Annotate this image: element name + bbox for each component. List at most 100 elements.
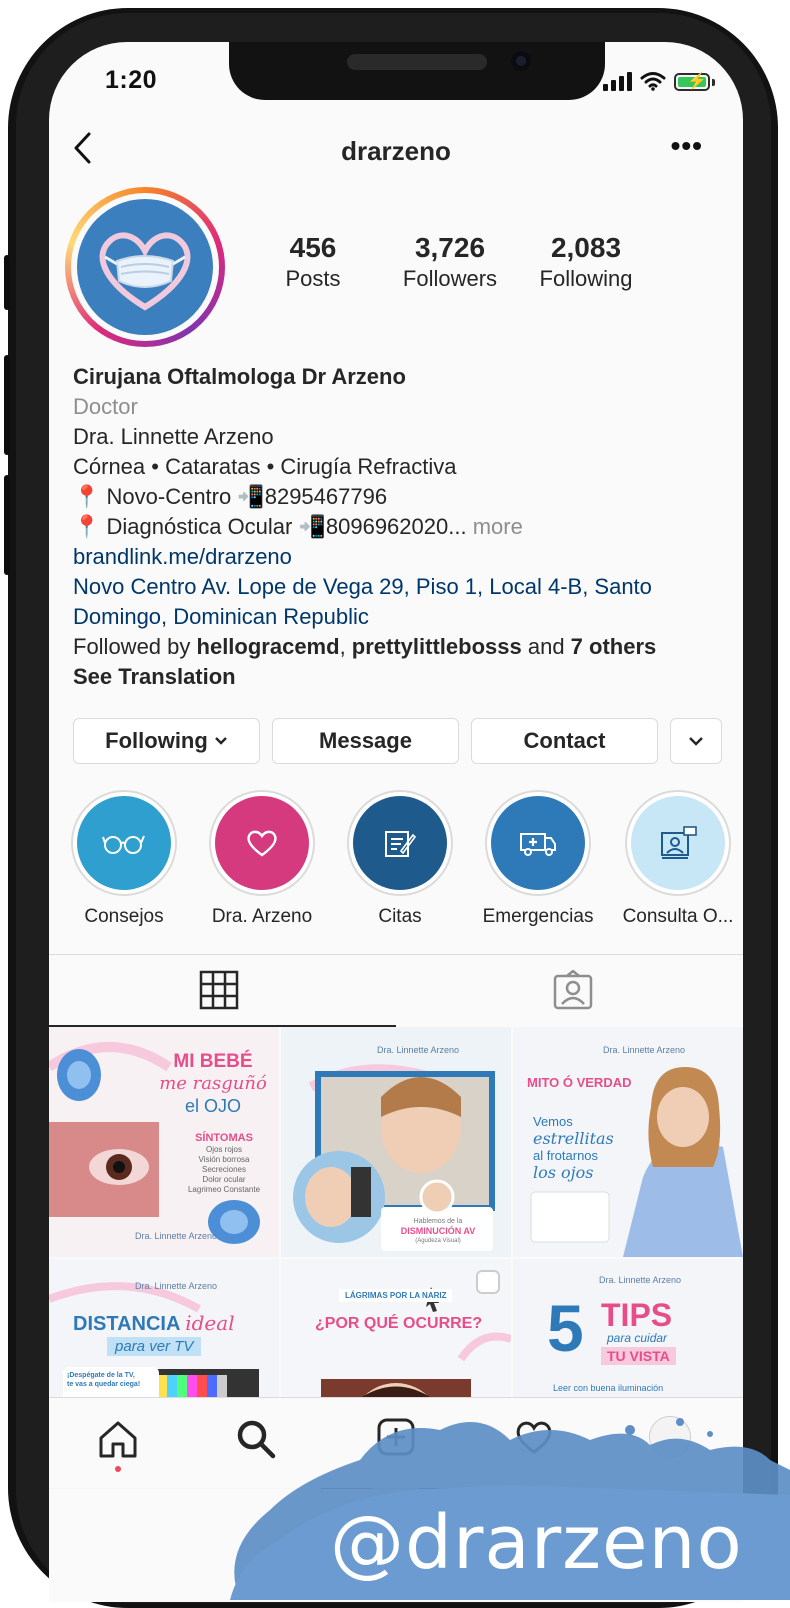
post-number: 5 (547, 1291, 584, 1365)
post-title-script: ideal (185, 1311, 235, 1335)
stat-following[interactable]: 2,083 Following (525, 232, 647, 292)
post-thumbnail[interactable]: MITO Ó VERDAD Vemos estrellitas al frota… (513, 1027, 743, 1257)
post-text: ¡Despégate de la TV, (67, 1372, 135, 1379)
highlight-label: Emergencias (482, 906, 594, 927)
post-brand: Dra. Linnette Arzeno (135, 1231, 218, 1241)
chevron-down-icon (689, 737, 703, 746)
highlight-citas[interactable]: Citas (345, 790, 455, 928)
following-button-label: Following (105, 728, 208, 753)
highlight-dra-arzeno[interactable]: Dra. Arzeno (207, 790, 317, 928)
bio-line: Córnea • Cataratas • Cirugía Refractiva (73, 454, 457, 479)
profile-bio: Cirujana Oftalmologa Dr Arzeno Doctor Dr… (73, 362, 723, 692)
mute-switch (4, 255, 10, 310)
highlight-consejos[interactable]: Consejos (69, 790, 179, 928)
post-text: Visión borrosa (198, 1155, 250, 1164)
highlight-label: Citas (378, 906, 422, 927)
tab-posts-grid[interactable] (199, 970, 243, 1014)
highlight-label: Dra. Arzeno (211, 906, 313, 927)
volume-up-button (4, 355, 10, 455)
post-text: Leer con buena iluminación (553, 1383, 664, 1393)
display-name: Cirujana Oftalmologa Dr Arzeno (73, 364, 406, 389)
stat-posts-label: Posts (285, 266, 341, 291)
post-thumbnail[interactable]: MI BEBÉ me rasguñó el OJO SÍNTOMAS Ojos … (49, 1027, 279, 1257)
post-title: DISMINUCIÓN AV (400, 1226, 476, 1236)
battery-cap (712, 79, 715, 86)
home-icon (99, 1421, 137, 1458)
post-text: para cuidar (607, 1331, 668, 1345)
post-title-script: me rasguñó (159, 1073, 267, 1094)
highlight-cover (215, 796, 309, 890)
post-text: Lagrimeo Constante (187, 1185, 261, 1194)
highlight-consulta[interactable]: Consulta O... (623, 790, 733, 928)
bio-line-truncated: 📍 Diagnóstica Ocular 📲8096962020... more (73, 512, 723, 542)
post-text: (Agudeza Visual) (415, 1238, 461, 1244)
avatar (77, 199, 213, 335)
following-button[interactable]: Following (73, 718, 260, 764)
stat-followers-label: Followers (402, 266, 498, 291)
post-brand: Dra. Linnette Arzeno (599, 1275, 682, 1285)
wifi-icon (640, 72, 666, 91)
post-thumbnail[interactable]: Hablemos de la DISMINUCIÓN AV (Agudeza V… (281, 1027, 511, 1257)
post-subtitle: TU VISTA (601, 1347, 676, 1365)
more-link[interactable]: more (473, 514, 523, 539)
post-title: ¿POR QUÉ OCURRE? (315, 1315, 483, 1332)
notification-dot (115, 1466, 121, 1472)
highlight-emergencias[interactable]: Emergencias (483, 790, 593, 928)
bio-line: 📍 Diagnóstica Ocular 📲8096962020... (73, 514, 467, 539)
chevron-down-icon (214, 737, 227, 745)
nav-home[interactable] (97, 1418, 139, 1472)
bio-line: Dra. Linnette Arzeno (73, 424, 274, 449)
followed-by-user: hellogracemd (196, 634, 340, 659)
suggested-accounts-button[interactable] (670, 718, 722, 764)
more-options-icon[interactable]: ••• (671, 130, 703, 162)
post-text: te vas a quedar ciega! (67, 1381, 141, 1388)
notch (229, 42, 605, 100)
tagged-person-icon (553, 969, 593, 1010)
website-link[interactable]: brandlink.me/drarzeno (73, 542, 723, 572)
profile-actions: Following Message Contact (73, 718, 722, 764)
post-title-script: estrellitas (533, 1129, 614, 1148)
post-text: al frotarnos (533, 1148, 599, 1163)
post-subtitle: para ver TV (107, 1337, 202, 1356)
heart-mask-logo-icon (99, 232, 191, 311)
post-label: LÁGRIMAS POR LA NARIZ (339, 1289, 453, 1302)
tab-tagged[interactable] (552, 969, 596, 1014)
post-subtitle: SÍNTOMAS (195, 1132, 253, 1144)
phone-screen: 1:20 ⚡ drarzeno ••• 456 Posts 3,726 Foll… (49, 42, 743, 1602)
post-text: Secreciones (201, 1165, 247, 1174)
post-title: DISTANCIA ideal (73, 1311, 235, 1336)
grid-icon (199, 970, 239, 1010)
stat-followers[interactable]: 3,726 Followers (389, 232, 511, 292)
video-consult-icon (661, 826, 697, 859)
post-brand: Dra. Linnette Arzeno (135, 1281, 218, 1291)
post-title: MI BEBÉ (173, 1051, 253, 1072)
see-translation-link[interactable]: See Translation (73, 662, 723, 692)
post-title: MITO Ó VERDAD (527, 1075, 632, 1090)
post-text: Ojos rojos (205, 1145, 242, 1154)
tabs-divider (49, 954, 743, 955)
watermark-handle: @drarzeno (330, 1500, 743, 1586)
highlight-cover (353, 796, 447, 890)
followed-by[interactable]: Followed by hellogracemd, prettylittlebo… (73, 632, 723, 662)
stat-following-label: Following (539, 266, 633, 291)
message-button[interactable]: Message (272, 718, 459, 764)
address-link[interactable]: Novo Centro Av. Lope de Vega 29, Piso 1,… (73, 572, 723, 632)
story-ring[interactable] (65, 187, 225, 347)
bio-line: 📍 Novo-Centro 📲8295467796 (73, 484, 388, 509)
stat-following-value: 2,083 (550, 232, 622, 263)
post-title: TIPS (601, 1297, 673, 1333)
front-camera (511, 51, 531, 71)
highlight-cover (491, 796, 585, 890)
profile-category: Doctor (73, 394, 138, 419)
followed-by-separator: , (339, 634, 352, 659)
stat-posts[interactable]: 456 Posts (257, 232, 369, 292)
ambulance-icon (520, 833, 556, 856)
heart-icon (247, 830, 277, 857)
followed-by-prefix: Followed by (73, 634, 197, 659)
post-title-script: los ojos (533, 1163, 594, 1182)
highlight-cover (77, 796, 171, 890)
battery-icon: ⚡ (674, 73, 710, 91)
post-brand: Dra. Linnette Arzeno (603, 1045, 686, 1055)
contact-button[interactable]: Contact (471, 718, 658, 764)
status-icons: ⚡ (603, 69, 715, 91)
